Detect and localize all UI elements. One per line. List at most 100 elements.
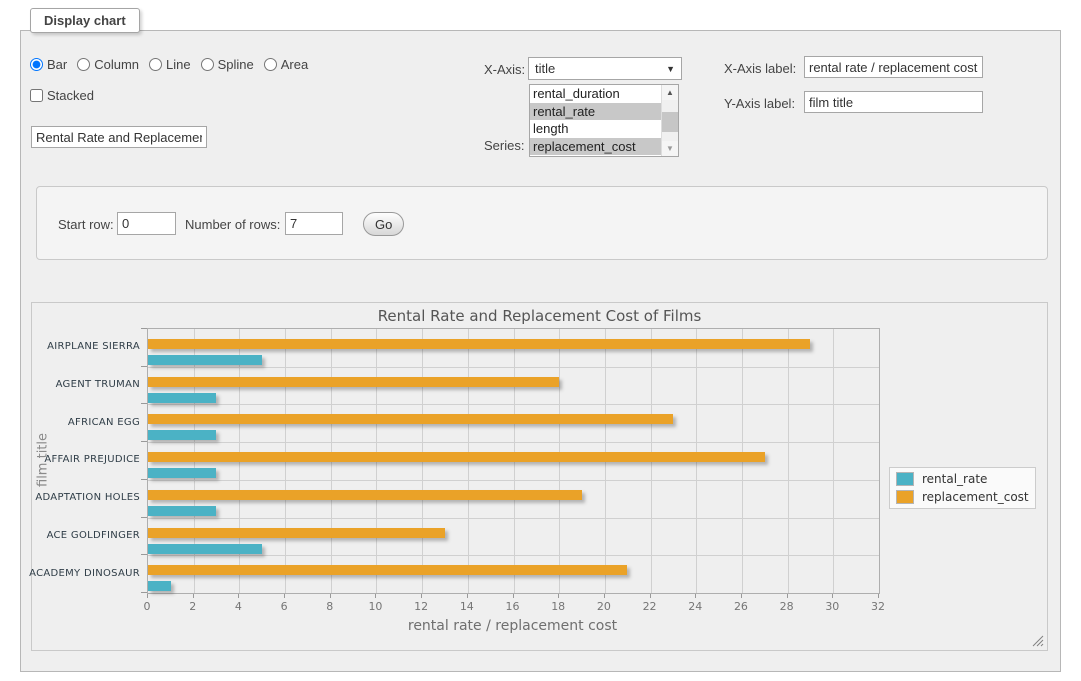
gridline-h	[148, 367, 879, 368]
y-category-label: AFRICAN EGG	[32, 403, 140, 441]
plot-area	[147, 328, 880, 594]
bar-rental_rate	[148, 430, 216, 440]
x-tick-label: 32	[871, 600, 885, 613]
y-axis-label-input[interactable]	[804, 91, 983, 113]
radio-bar[interactable]	[30, 58, 43, 71]
y-axis-label-caption: Y-Axis label:	[724, 96, 795, 111]
x-tick-label: 16	[506, 600, 520, 613]
radio-line[interactable]	[149, 58, 162, 71]
stacked-label: Stacked	[47, 88, 94, 103]
bar-rental_rate	[148, 581, 171, 591]
plot-grid	[148, 329, 879, 593]
radio-label: Column	[94, 57, 139, 72]
scroll-down-icon[interactable]: ▼	[662, 141, 678, 156]
gridline-h	[148, 555, 879, 556]
chart-legend: rental_rate replacement_cost	[889, 467, 1036, 509]
radio-label: Area	[281, 57, 308, 72]
radio-label: Line	[166, 57, 191, 72]
x-tick-label: 30	[825, 600, 839, 613]
y-category-label: ADAPTATION HOLES	[32, 479, 140, 517]
chart-type-option-column[interactable]: Column	[77, 57, 139, 72]
radio-label: Spline	[218, 57, 254, 72]
x-tick-mark	[741, 594, 742, 598]
x-tick-mark	[695, 594, 696, 598]
y-category-label: AIRPLANE SIERRA	[32, 328, 140, 366]
chart-type-options: Bar Column Line Spline Area	[30, 57, 308, 72]
y-category-label: AGENT TRUMAN	[32, 366, 140, 404]
series-option-replacement_cost[interactable]: replacement_cost	[530, 138, 661, 156]
x-axis-select[interactable]: title ▼	[528, 57, 682, 80]
bar-rental_rate	[148, 468, 216, 478]
x-tick-mark	[650, 594, 651, 598]
x-tick-mark	[193, 594, 194, 598]
bar-replacement_cost	[148, 490, 582, 500]
dropdown-arrow-icon: ▼	[666, 64, 675, 74]
x-tick-mark	[284, 594, 285, 598]
x-tick-label: 4	[235, 600, 242, 613]
series-option-rental_rate[interactable]: rental_rate	[530, 103, 661, 121]
x-tick-mark	[604, 594, 605, 598]
x-axis-select-label: X-Axis:	[484, 62, 525, 77]
x-tick-label: 12	[414, 600, 428, 613]
x-ticks	[147, 594, 878, 599]
stacked-option[interactable]: Stacked	[30, 88, 94, 103]
radio-spline[interactable]	[201, 58, 214, 71]
y-category-label: AFFAIR PREJUDICE	[32, 441, 140, 479]
series-listbox-options: rental_durationrental_ratelengthreplacem…	[530, 85, 661, 156]
x-tick-mark	[421, 594, 422, 598]
gridline-v	[833, 329, 834, 593]
x-tick-label: 24	[688, 600, 702, 613]
x-tick-mark	[832, 594, 833, 598]
legend-swatch	[896, 490, 914, 504]
series-option-rental_duration[interactable]: rental_duration	[530, 85, 661, 103]
radio-area[interactable]	[264, 58, 277, 71]
x-tick-label: 28	[780, 600, 794, 613]
start-row-label: Start row:	[58, 217, 114, 232]
x-tick-label: 18	[551, 600, 565, 613]
gridline-v	[788, 329, 789, 593]
x-tick-label: 8	[326, 600, 333, 613]
x-tick-label: 2	[189, 600, 196, 613]
scroll-thumb[interactable]	[662, 112, 678, 132]
bar-replacement_cost	[148, 339, 810, 349]
scroll-up-icon[interactable]: ▲	[662, 85, 678, 100]
number-of-rows-label: Number of rows:	[185, 217, 280, 232]
legend-item-rental_rate: rental_rate	[896, 472, 1029, 486]
chart-type-option-line[interactable]: Line	[149, 57, 191, 72]
go-button[interactable]: Go	[363, 212, 404, 236]
x-axis-title: rental rate / replacement cost	[147, 618, 878, 634]
stacked-checkbox[interactable]	[30, 89, 43, 102]
x-tick-labels: 02468101214161820222426283032	[147, 600, 878, 613]
x-tick-mark	[467, 594, 468, 598]
resize-handle-icon[interactable]	[1032, 635, 1044, 647]
chart-type-option-bar[interactable]: Bar	[30, 57, 67, 72]
x-tick-mark	[147, 594, 148, 598]
chart-title-input[interactable]	[31, 126, 207, 148]
series-listbox[interactable]: rental_durationrental_ratelengthreplacem…	[529, 84, 679, 157]
chart-type-option-area[interactable]: Area	[264, 57, 308, 72]
x-tick-mark	[878, 594, 879, 598]
fieldset-legend-title: Display chart	[30, 8, 140, 33]
legend-label: rental_rate	[922, 472, 987, 486]
start-row-input[interactable]	[117, 212, 176, 235]
legend-item-replacement_cost: replacement_cost	[896, 490, 1029, 504]
chart-panel: Rental Rate and Replacement Cost of Film…	[31, 302, 1048, 651]
gridline-h	[148, 404, 879, 405]
chart-type-option-spline[interactable]: Spline	[201, 57, 254, 72]
radio-label: Bar	[47, 57, 67, 72]
series-scrollbar[interactable]: ▲ ▼	[661, 85, 678, 156]
bar-replacement_cost	[148, 377, 559, 387]
x-axis-label-caption: X-Axis label:	[724, 61, 796, 76]
series-option-length[interactable]: length	[530, 120, 661, 138]
x-tick-label: 0	[144, 600, 151, 613]
x-tick-mark	[330, 594, 331, 598]
radio-column[interactable]	[77, 58, 90, 71]
bar-replacement_cost	[148, 528, 445, 538]
y-categories: AIRPLANE SIERRAAGENT TRUMANAFRICAN EGGAF…	[32, 328, 140, 592]
bar-rental_rate	[148, 544, 262, 554]
bar-replacement_cost	[148, 452, 765, 462]
x-axis-label-input[interactable]	[804, 56, 983, 78]
bar-rental_rate	[148, 393, 216, 403]
number-of-rows-input[interactable]	[285, 212, 343, 235]
gridline-h	[148, 480, 879, 481]
